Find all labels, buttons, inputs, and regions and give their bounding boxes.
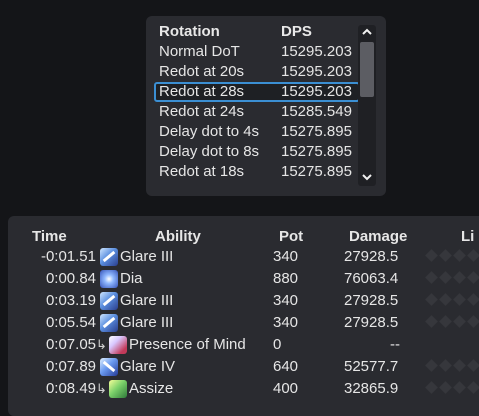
row-ability: ↳ Presence of Mind <box>96 334 246 356</box>
rotation-option[interactable]: Delay dot to 4s 15275.895 <box>154 122 360 142</box>
row-time: 0:08.49 <box>45 380 96 397</box>
glare-iii-icon <box>100 248 118 266</box>
ability-name: Glare III <box>120 314 174 331</box>
buff-indicators <box>425 359 479 372</box>
glare-iii-icon <box>100 292 118 310</box>
rotation-list-header: Rotation DPS <box>154 22 360 42</box>
row-pot: 340 <box>273 314 299 331</box>
assize-icon <box>109 380 127 398</box>
rotation-name: Redot at 20s <box>159 63 245 80</box>
row-time: 0:05.54 <box>45 314 96 331</box>
dps-column-header: DPS <box>281 23 312 40</box>
ability-name: Dia <box>120 270 143 287</box>
life-column-header: Li <box>461 228 475 245</box>
ability-name: Presence of Mind <box>129 336 246 353</box>
row-ability: Dia <box>100 268 143 290</box>
rotation-panel: Rotation DPS Normal DoT 15295.203 Redot … <box>146 16 386 196</box>
rotation-option[interactable]: Redot at 24s 15285.549 <box>154 102 360 122</box>
row-time: -0:01.51 <box>40 248 96 265</box>
buff-indicators <box>425 271 479 284</box>
table-row: 0:07.05 ↳ Presence of Mind 0 -- <box>8 334 479 356</box>
rotation-name: Normal DoT <box>159 43 240 60</box>
row-ability: Glare III <box>100 290 173 312</box>
row-ability: ↳ Assize <box>96 378 174 400</box>
rotation-dps: 15295.203 <box>281 83 352 100</box>
rotation-name: Redot at 18s <box>159 163 245 180</box>
rotation-dps: 15275.895 <box>281 143 352 160</box>
ability-name: Assize <box>129 380 174 397</box>
ogcd-arrow-icon: ↳ <box>96 381 107 396</box>
row-time: 0:00.84 <box>45 270 96 287</box>
ability-name: Glare III <box>120 248 174 265</box>
rotation-dps: 15275.895 <box>281 163 352 180</box>
pot-column-header: Pot <box>279 228 304 245</box>
table-row: 0:05.54 Glare III 340 27928.5 <box>8 312 479 334</box>
rotation-option-selected[interactable]: Redot at 28s 15295.203 <box>154 82 360 102</box>
ability-timeline-table: Time Ability Pot Damage Li -0:01.51 Glar… <box>8 216 479 416</box>
ability-name: Glare III <box>120 292 174 309</box>
row-pot: 640 <box>273 358 299 375</box>
table-row: 0:03.19 Glare III 340 27928.5 <box>8 290 479 312</box>
row-ability: Glare III <box>100 312 173 334</box>
row-pot: 340 <box>273 292 299 309</box>
row-pot: 0 <box>273 336 282 353</box>
table-row: -0:01.51 Glare III 340 27928.5 <box>8 246 479 268</box>
ogcd-arrow-icon: ↳ <box>96 337 107 352</box>
table-row: 0:07.89 Glare IV 640 52577.7 <box>8 356 479 378</box>
row-time: 0:07.05 <box>45 336 96 353</box>
rotation-name: Delay dot to 8s <box>159 143 260 160</box>
row-damage: 32865.9 <box>344 380 399 397</box>
scrollbar-thumb[interactable] <box>360 42 374 97</box>
rotation-option[interactable]: Delay dot to 8s 15275.895 <box>154 142 360 162</box>
rotation-dps: 15285.549 <box>281 103 352 120</box>
rotation-dps: 15295.203 <box>281 43 352 60</box>
rotation-scrollbar[interactable] <box>358 25 376 186</box>
rotation-option[interactable]: Normal DoT 15295.203 <box>154 42 360 62</box>
rotation-dps: 15295.203 <box>281 63 352 80</box>
buff-indicators <box>425 249 479 262</box>
dia-icon <box>100 270 118 288</box>
row-damage: 76063.4 <box>344 270 399 287</box>
row-damage: 27928.5 <box>344 314 399 331</box>
rotation-name: Redot at 24s <box>159 103 245 120</box>
buff-indicators <box>425 293 479 306</box>
timeline-header: Time Ability Pot Damage Li <box>8 226 479 248</box>
glare-iii-icon <box>100 314 118 332</box>
rotation-dps: 15275.895 <box>281 123 352 140</box>
row-ability: Glare IV <box>100 356 175 378</box>
rotation-column-header: Rotation <box>159 23 220 40</box>
rotation-list[interactable]: Rotation DPS Normal DoT 15295.203 Redot … <box>154 22 360 192</box>
row-pot: 340 <box>273 248 299 265</box>
row-time: 0:07.89 <box>45 358 96 375</box>
row-pot: 400 <box>273 380 299 397</box>
row-pot: 880 <box>273 270 299 287</box>
ability-name: Glare IV <box>120 358 176 375</box>
rotation-name: Delay dot to 4s <box>159 123 260 140</box>
ability-column-header: Ability <box>155 228 201 245</box>
rotation-name: Redot at 28s <box>159 83 245 100</box>
glare-iv-icon <box>100 358 118 376</box>
buff-indicators <box>425 381 479 394</box>
chevron-up-icon[interactable] <box>358 25 376 41</box>
table-row: 0:00.84 Dia 880 76063.4 <box>8 268 479 290</box>
time-column-header: Time <box>32 228 67 245</box>
damage-column-header: Damage <box>349 228 408 245</box>
row-damage: 27928.5 <box>344 292 399 309</box>
row-damage: -- <box>390 336 400 353</box>
row-ability: Glare III <box>100 246 173 268</box>
buff-indicators <box>425 315 479 328</box>
row-time: 0:03.19 <box>45 292 96 309</box>
presence-of-mind-icon <box>109 336 127 354</box>
row-damage: 27928.5 <box>344 248 399 265</box>
rotation-option[interactable]: Redot at 20s 15295.203 <box>154 62 360 82</box>
table-row: 0:08.49 ↳ Assize 400 32865.9 <box>8 378 479 400</box>
row-damage: 52577.7 <box>344 358 399 375</box>
chevron-down-icon[interactable] <box>358 170 376 186</box>
rotation-option[interactable]: Redot at 18s 15275.895 <box>154 162 360 182</box>
